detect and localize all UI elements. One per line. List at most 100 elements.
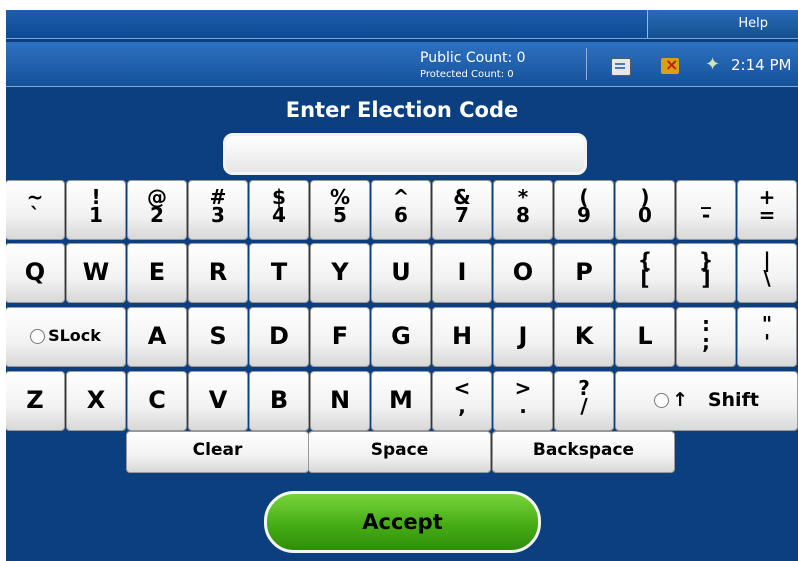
space-button[interactable]: Space	[308, 431, 491, 473]
backspace-button[interactable]: Backspace	[492, 431, 675, 473]
help-label: Help	[738, 16, 768, 31]
key[interactable]: O	[493, 243, 553, 303]
key[interactable]: I	[432, 243, 492, 303]
key[interactable]: V	[188, 371, 248, 431]
slock-key[interactable]: SLock	[6, 307, 126, 367]
key[interactable]: G	[371, 307, 431, 367]
clock: 2:14 PM	[731, 56, 792, 74]
key[interactable]: }]	[676, 243, 736, 303]
key-char: 3	[211, 203, 225, 227]
key-label: S	[209, 322, 227, 350]
key-char: [	[640, 266, 650, 290]
key-char: 1	[89, 203, 103, 227]
shift-arrow-icon: ↑	[672, 389, 688, 411]
key-label: Y	[331, 258, 349, 286]
key[interactable]: E	[127, 243, 187, 303]
key[interactable]: C	[127, 371, 187, 431]
key[interactable]: * 8	[493, 180, 553, 240]
key[interactable]: (9	[554, 180, 614, 240]
key-label: A	[147, 322, 167, 350]
key[interactable]: U	[371, 243, 431, 303]
key[interactable]: D	[249, 307, 309, 367]
key-label: L	[637, 322, 653, 350]
status-divider	[586, 48, 587, 80]
election-code-input[interactable]	[223, 133, 587, 175]
status-bar: Public Count: 0 Protected Count: 0 ✦ 2:1…	[6, 42, 798, 87]
key[interactable]: Z	[6, 371, 65, 431]
slock-label-wrap: SLock	[6, 308, 125, 364]
key-char: 5	[333, 203, 347, 227]
key-label: I	[457, 258, 467, 286]
key-label: C	[148, 386, 166, 414]
shift-label-wrap: ↑ Shift	[616, 372, 797, 428]
space-label: Space	[370, 440, 429, 460]
accept-label: Accept	[362, 510, 443, 534]
key[interactable]: F	[310, 307, 370, 367]
key-label: K	[574, 322, 594, 350]
page-title: Enter Election Code	[285, 98, 519, 122]
key[interactable]: ^ 6	[371, 180, 431, 240]
key[interactable]: <,	[432, 371, 492, 431]
key[interactable]: + =	[737, 180, 797, 240]
key[interactable]: :;	[676, 307, 736, 367]
key[interactable]: | \	[737, 243, 797, 303]
key[interactable]: M	[371, 371, 431, 431]
key-char: 4	[272, 203, 286, 227]
key-char: -	[701, 203, 711, 227]
key[interactable]: " '	[737, 307, 797, 367]
key[interactable]: $4	[249, 180, 309, 240]
key[interactable]: Y	[310, 243, 370, 303]
key[interactable]: _ -	[676, 180, 736, 240]
key-char: /	[580, 394, 588, 418]
key-label: T	[270, 258, 288, 286]
key[interactable]: B	[249, 371, 309, 431]
key-label: Z	[26, 386, 44, 414]
key-label: M	[389, 386, 413, 414]
document-icon	[611, 58, 631, 76]
key[interactable]: {[	[615, 243, 675, 303]
key[interactable]: R	[188, 243, 248, 303]
key[interactable]: X	[66, 371, 126, 431]
key[interactable]: ) 0	[615, 180, 675, 240]
key-label: F	[331, 322, 349, 350]
key[interactable]: >.	[493, 371, 553, 431]
plug-icon: ✦	[705, 54, 721, 75]
key[interactable]: H	[432, 307, 492, 367]
key-char: ;	[702, 330, 710, 354]
key-label: V	[208, 386, 228, 414]
help-tab[interactable]: Help	[647, 10, 798, 38]
clear-label: Clear	[192, 440, 243, 460]
key-label: P	[575, 258, 593, 286]
key[interactable]: @2	[127, 180, 187, 240]
radio-icon	[654, 393, 670, 408]
key[interactable]: L	[615, 307, 675, 367]
key[interactable]: ! 1	[66, 180, 126, 240]
key[interactable]: J	[493, 307, 553, 367]
key-char: ]	[701, 266, 711, 290]
key[interactable]: A	[127, 307, 187, 367]
key[interactable]: ? /	[554, 371, 614, 431]
accept-button[interactable]: Accept	[264, 491, 541, 553]
key-label: E	[148, 258, 166, 286]
key[interactable]: Q	[6, 243, 65, 303]
key-char: `	[30, 203, 40, 227]
key[interactable]: K	[554, 307, 614, 367]
key[interactable]: #3	[188, 180, 248, 240]
key-char: 8	[516, 203, 530, 227]
key[interactable]: % 5	[310, 180, 370, 240]
key-label: B	[269, 386, 289, 414]
key[interactable]: P	[554, 243, 614, 303]
key[interactable]: W	[66, 243, 126, 303]
key[interactable]: ~ `	[6, 180, 65, 240]
shift-key[interactable]: ↑ Shift	[615, 371, 798, 431]
clear-button[interactable]: Clear	[126, 431, 309, 473]
backspace-label: Backspace	[532, 440, 635, 460]
key-label: U	[391, 258, 411, 286]
top-menu-bar: Help	[6, 10, 798, 39]
key-char: 6	[394, 203, 408, 227]
key[interactable]: & 7	[432, 180, 492, 240]
key[interactable]: N	[310, 371, 370, 431]
key[interactable]: T	[249, 243, 309, 303]
public-count: Public Count: 0	[420, 50, 526, 66]
key[interactable]: S	[188, 307, 248, 367]
